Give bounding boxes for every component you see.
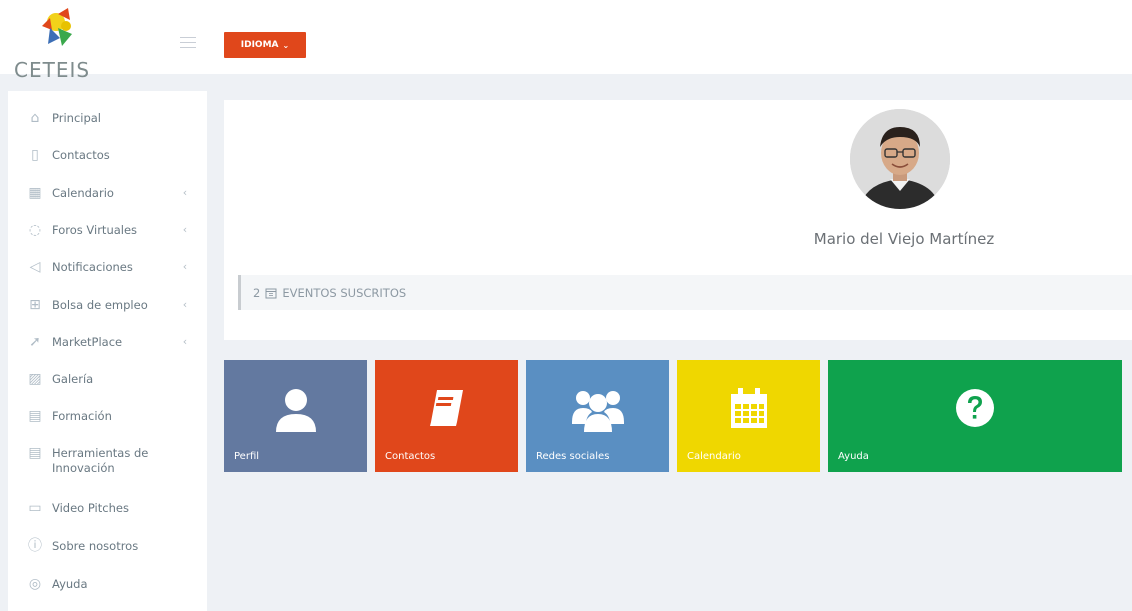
sidebar-item-marketplace[interactable]: ➚ MarketPlace ‹ (8, 335, 207, 351)
tile-label: Ayuda (838, 451, 869, 462)
sidebar-item-sobre-nosotros[interactable]: ⓘ Sobre nosotros (8, 539, 207, 555)
sidebar-item-label: Foros Virtuales (52, 223, 138, 237)
events-label: EVENTOS SUSCRITOS (282, 285, 407, 300)
lifebuoy-icon: ◎ (28, 576, 42, 592)
sidebar-item-label: Galería (52, 372, 94, 386)
calendar-icon (730, 388, 767, 428)
sidebar-item-label: Bolsa de empleo (52, 298, 148, 312)
sidebar-item-galeria[interactable]: ▨ Galería (8, 372, 207, 388)
calendar-icon (265, 288, 277, 298)
sidebar-item-label: Principal (52, 111, 102, 125)
tile-calendario[interactable]: Calendario (677, 360, 820, 472)
profile-card: Mario del Viejo Martínez 2 EVENTOS SUSCR… (224, 100, 1132, 340)
profile-name: Mario del Viejo Martínez (813, 230, 995, 248)
sidebar: ⌂ Principal ▯ Contactos ▦ Calendario ‹ ◌… (8, 91, 207, 611)
sidebar-item-formacion[interactable]: ▤ Formación (8, 409, 207, 425)
avatar-photo (850, 109, 950, 209)
chevron-left-icon: ‹ (182, 186, 188, 199)
sidebar-item-label: Sobre nosotros (52, 539, 139, 553)
chevron-down-icon: ⌄ (282, 40, 290, 50)
sidebar-item-label: Ayuda (52, 577, 88, 591)
logo-mark-icon (42, 8, 72, 46)
tile-label: Contactos (385, 451, 436, 462)
briefcase-icon: ⊞ (29, 297, 41, 313)
language-dropdown-button[interactable]: IDIOMA ⌄ (224, 32, 306, 58)
sidebar-item-label: Herramientas de Innovación (52, 446, 149, 475)
subscribed-events-bar[interactable]: 2 EVENTOS SUSCRITOS (238, 275, 1132, 310)
tile-contactos[interactable]: Contactos (375, 360, 518, 472)
contacts-icon: ▯ (31, 147, 39, 163)
chevron-left-icon: ‹ (182, 298, 188, 311)
sidebar-item-video-pitches[interactable]: ▭ Video Pitches (8, 501, 207, 517)
send-icon: ◁ (29, 259, 41, 275)
user-icon (275, 389, 316, 432)
chevron-left-icon: ‹ (182, 335, 188, 348)
sidebar-item-label: Calendario (52, 186, 114, 200)
home-icon: ⌂ (30, 110, 40, 126)
info-icon: ⓘ (28, 538, 42, 554)
top-bar: CETEIS IDIOMA ⌄ (0, 0, 1132, 82)
sidebar-item-herramientas[interactable]: ▤ Herramientas de Innovación (8, 446, 207, 476)
video-icon: ▭ (28, 500, 42, 516)
image-icon: ▨ (28, 371, 42, 387)
sidebar-item-label: Notificaciones (52, 260, 133, 274)
calendar-icon: ▦ (28, 185, 42, 201)
book-icon (429, 390, 463, 426)
sidebar-item-bolsa-empleo[interactable]: ⊞ Bolsa de empleo ‹ (8, 298, 207, 314)
tile-redes-sociales[interactable]: Redes sociales (526, 360, 669, 472)
sidebar-item-contactos[interactable]: ▯ Contactos (8, 148, 207, 164)
sidebar-item-label: Contactos (52, 148, 110, 162)
events-count: 2 (253, 285, 261, 300)
menu-toggle-icon[interactable] (180, 37, 196, 48)
sidebar-item-label: Video Pitches (52, 501, 129, 515)
chat-icon: ◌ (28, 222, 42, 238)
question-icon (956, 389, 994, 427)
tile-ayuda[interactable]: Ayuda (828, 360, 1122, 472)
sidebar-item-notificaciones[interactable]: ◁ Notificaciones ‹ (8, 260, 207, 276)
sidebar-item-label: Formación (52, 409, 112, 423)
sidebar-item-principal[interactable]: ⌂ Principal (8, 111, 207, 127)
rocket-icon: ➚ (29, 334, 41, 350)
logo-text: CETEIS (14, 58, 91, 82)
chevron-left-icon: ‹ (182, 223, 188, 236)
tile-perfil[interactable]: Perfil (224, 360, 367, 472)
sidebar-item-label: MarketPlace (52, 335, 123, 349)
language-button-label: IDIOMA (240, 40, 279, 50)
sidebar-item-calendario[interactable]: ▦ Calendario ‹ (8, 186, 207, 202)
book-icon: ▤ (28, 408, 42, 424)
tile-label: Calendario (687, 451, 741, 462)
tile-label: Redes sociales (536, 451, 610, 462)
ceteis-logo[interactable]: CETEIS (6, 8, 106, 82)
chevron-left-icon: ‹ (182, 260, 188, 273)
sidebar-item-foros[interactable]: ◌ Foros Virtuales ‹ (8, 223, 207, 239)
users-icon (571, 391, 624, 432)
avatar[interactable] (850, 109, 950, 209)
tile-label: Perfil (234, 451, 260, 462)
sidebar-item-ayuda[interactable]: ◎ Ayuda (8, 577, 207, 593)
